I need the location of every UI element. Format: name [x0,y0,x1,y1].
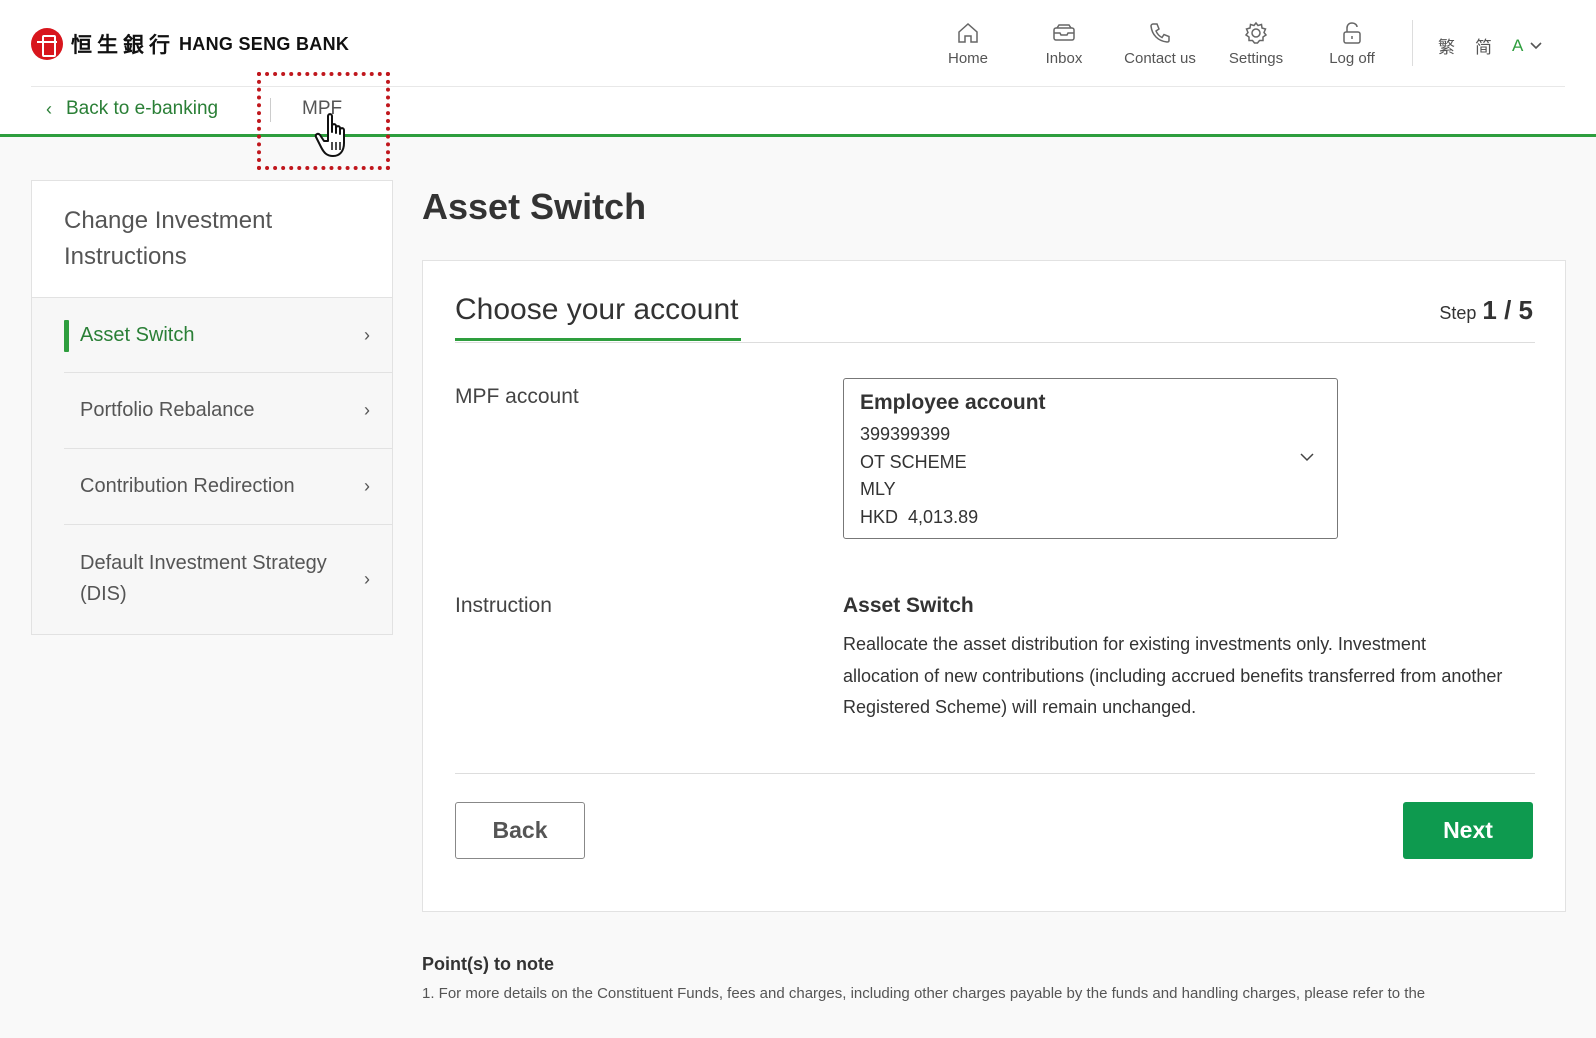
sidebar-item-contribution-redirection[interactable]: Contribution Redirection › [64,449,392,525]
nav-contact-label: Contact us [1124,50,1196,67]
notes-title: Point(s) to note [422,954,554,974]
step-number: 1 / 5 [1482,295,1533,325]
language-switcher: 繁 简 A [1438,33,1543,58]
sidebar: Change Investment Instructions Asset Swi… [31,180,393,635]
nav-home-label: Home [947,50,988,67]
home-icon [958,22,978,43]
account-type: MLY [860,479,896,499]
nav-inbox-label: Inbox [1045,50,1083,67]
chevron-right-icon: › [364,324,370,345]
brand-logo[interactable]: 恒生銀行 HANG SENG BANK [31,28,349,60]
nav-separator [1412,20,1413,66]
phone-icon [1150,23,1170,43]
form-card: Choose your account Step 1 / 5 MPF accou… [422,260,1566,912]
lang-traditional[interactable]: 繁 [1438,33,1455,58]
brand-name-en: HANG SENG BANK [179,33,350,54]
nav-contact[interactable]: Contact us [1112,20,1208,67]
note-item: 1. For more details on the Constituent F… [422,985,1426,1002]
instruction-description: Reallocate the asset distribution for ex… [843,634,1503,717]
mpf-account-label: MPF account [455,385,579,408]
sidebar-item-label: Default Investment Strategy (DIS) [80,552,327,605]
hand-cursor-icon [314,113,345,157]
font-size-selector[interactable]: A [1512,36,1523,56]
title-underline [455,338,741,341]
hang-seng-logo-icon [31,28,63,60]
sidebar-item-portfolio-rebalance[interactable]: Portfolio Rebalance › [64,373,392,449]
back-to-ebanking-link[interactable]: ‹ Back to e-banking [46,98,218,120]
nav-logoff-label: Log off [1329,50,1375,67]
chevron-right-icon: › [364,568,370,589]
back-to-ebanking-label: Back to e-banking [66,98,219,119]
chevron-down-icon [1300,453,1314,462]
account-currency: HKD [860,506,899,527]
page-title: Asset Switch [422,186,647,227]
brand-name-cn: 恒生銀行 [71,32,175,57]
unlock-icon [1343,22,1361,44]
sidebar-heading: Change Investment Instructions [32,181,392,298]
inbox-icon [1053,24,1075,41]
chevron-right-icon: › [364,400,370,420]
account-scheme: OT SCHEME [860,451,967,472]
chevron-left-icon: ‹ [46,98,52,119]
actions-divider [455,773,1535,774]
account-balance: 4,013.89 [908,506,979,527]
nav-settings-label: Settings [1228,50,1284,67]
sidebar-item-label: Contribution Redirection [80,475,295,497]
sidebar-item-dis[interactable]: Default Investment Strategy (DIS) › [64,525,392,633]
header: 恒生銀行 HANG SENG BANK Home Inbox Contact u… [0,0,1596,137]
chevron-right-icon: › [364,476,370,496]
chevron-down-icon[interactable] [1529,39,1543,53]
nav-settings[interactable]: Settings [1208,20,1304,67]
nav-home[interactable]: Home [920,20,1016,67]
gear-icon [1244,21,1268,44]
account-number: 399399399 [860,424,951,444]
nav-inbox[interactable]: Inbox [1016,20,1112,67]
nav-logoff[interactable]: Log off [1304,20,1400,67]
sidebar-item-label: Asset Switch [80,323,195,346]
card-title: Choose your account [455,293,739,326]
card-divider [455,342,1535,343]
sidebar-item-asset-switch[interactable]: Asset Switch › [64,298,392,373]
account-select[interactable]: Employee account 399399399 OT SCHEME MLY… [843,378,1338,539]
sidebar-item-label: Portfolio Rebalance [80,399,255,421]
next-button[interactable]: Next [1403,802,1533,859]
instruction-label: Instruction [455,594,552,617]
step-label: Step [1439,303,1477,323]
step-indicator: Step 1 / 5 [1439,295,1533,326]
back-button[interactable]: Back [455,802,585,859]
instruction-title: Asset Switch [843,594,974,617]
account-balance-row: HKD 4,013.89 [860,504,1321,532]
top-nav: Home Inbox Contact us Settings Log off [920,20,1400,67]
lang-simplified[interactable]: 简 [1475,33,1492,58]
account-name: Employee account [860,391,1046,414]
